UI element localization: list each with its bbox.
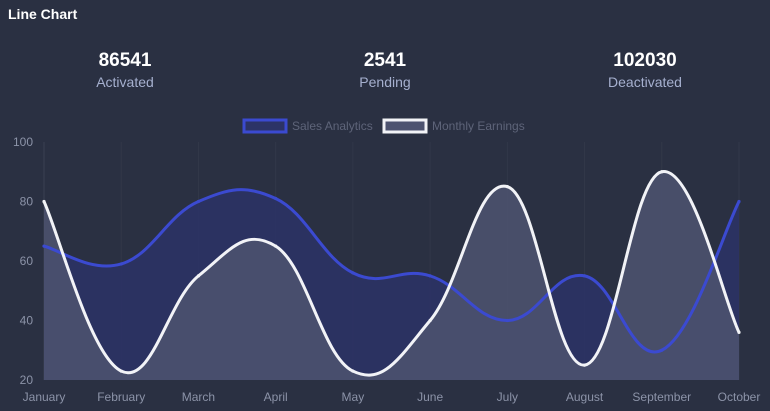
monthly-earnings-point [351, 369, 355, 373]
sales-analytics-point [274, 196, 278, 201]
x-tick-label: October [718, 390, 761, 404]
monthly-earnings-point [737, 330, 741, 334]
monthly-earnings-point [582, 363, 587, 367]
monthly-earnings-point [660, 170, 664, 174]
sales-analytics-point [737, 199, 741, 204]
monthly-earnings-point [196, 274, 201, 278]
monthly-earnings-point [505, 185, 509, 189]
x-tick-label: March [182, 390, 215, 404]
sales-analytics-point [660, 348, 664, 352]
sales-analytics-point [119, 262, 123, 266]
monthly-earnings-point [119, 369, 123, 373]
legend-label: Monthly Earnings [432, 119, 525, 133]
sales-analytics-point [582, 274, 587, 278]
x-tick-label: June [417, 390, 443, 404]
y-tick-label: 80 [20, 195, 34, 209]
legend-swatch [242, 118, 288, 134]
y-tick-label: 40 [20, 314, 34, 328]
legend-swatch [382, 118, 428, 134]
monthly-earnings-point [428, 318, 432, 323]
sales-analytics-point [196, 199, 201, 204]
y-tick-label: 60 [20, 254, 34, 268]
x-tick-label: September [632, 390, 691, 404]
x-tick-label: July [497, 390, 518, 404]
sales-analytics-point [351, 271, 355, 275]
monthly-earnings-point [42, 199, 46, 204]
sales-analytics-point [505, 318, 509, 323]
x-tick-label: April [264, 390, 288, 404]
y-tick-label: 100 [13, 135, 33, 149]
sales-analytics-point [42, 244, 46, 248]
x-tick-label: February [97, 390, 145, 404]
monthly-earnings-point [274, 244, 278, 248]
x-tick-label: May [342, 390, 365, 404]
x-tick-label: January [23, 390, 66, 404]
sales-analytics-point [428, 274, 432, 278]
x-tick-label: August [566, 390, 604, 404]
legend-label: Sales Analytics [292, 119, 373, 133]
line-chart: 20 40 60 80 100 January February March April May J… [13, 118, 761, 404]
y-tick-label: 20 [20, 373, 34, 387]
